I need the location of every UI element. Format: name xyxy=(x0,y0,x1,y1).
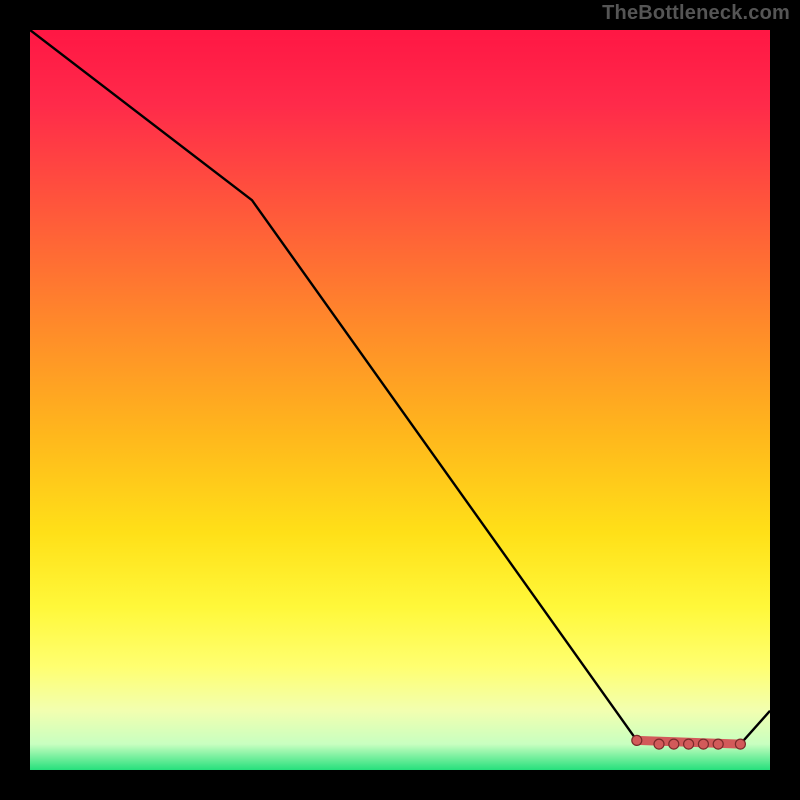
gradient-background xyxy=(30,30,770,770)
data-marker xyxy=(698,739,708,749)
data-marker xyxy=(684,739,694,749)
chart-container: TheBottleneck.com xyxy=(0,0,800,800)
data-marker xyxy=(735,739,745,749)
watermark-text: TheBottleneck.com xyxy=(602,2,790,25)
data-marker xyxy=(713,739,723,749)
data-marker xyxy=(654,739,664,749)
chart-svg xyxy=(30,30,770,770)
data-marker xyxy=(669,739,679,749)
data-marker xyxy=(632,735,642,745)
plot-area xyxy=(30,30,770,770)
